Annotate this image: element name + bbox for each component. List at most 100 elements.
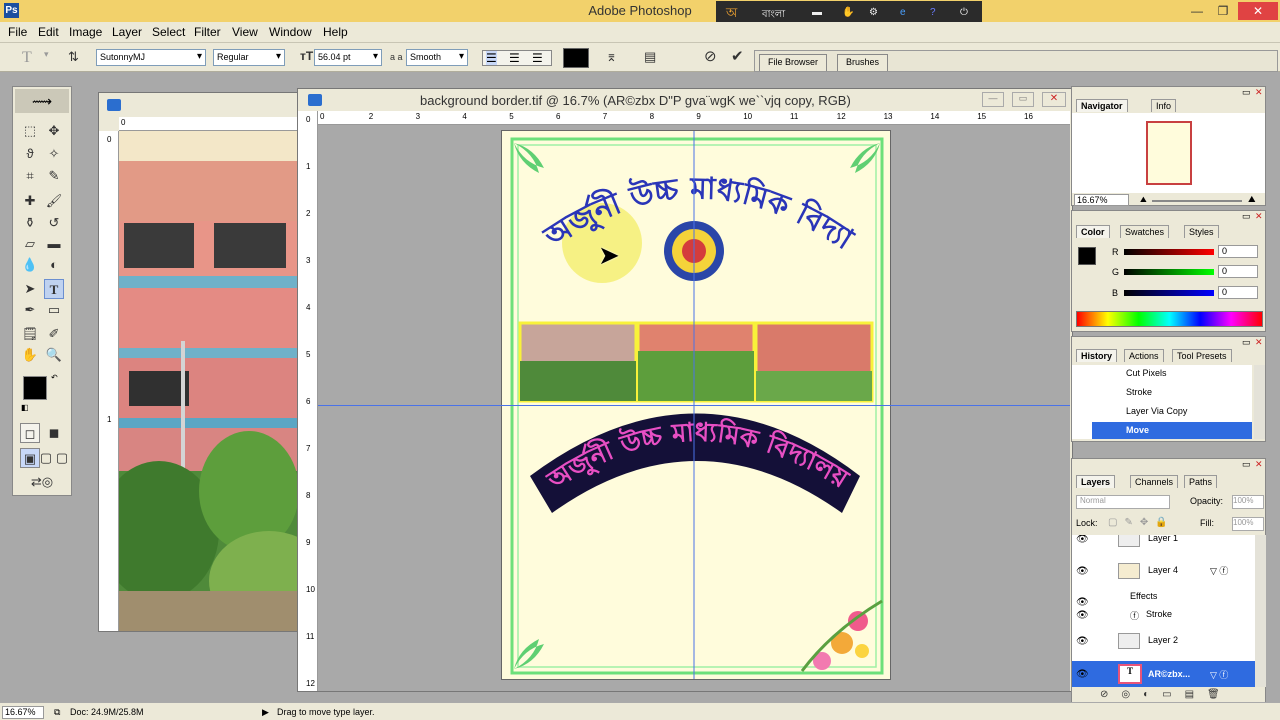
browser-icon[interactable]: e (900, 7, 906, 18)
visibility-eye-icon[interactable]: 👁 (1076, 610, 1089, 621)
tab-layers[interactable]: Layers (1076, 475, 1116, 488)
slice-tool-icon[interactable]: ✎ (44, 166, 64, 186)
document-title-bar[interactable]: background border.tif @ 16.7% (AR©zbx D"… (298, 89, 1072, 111)
b-slider[interactable] (1124, 290, 1214, 296)
tab-swatches[interactable]: Swatches (1120, 225, 1170, 238)
effects-row[interactable]: 👁 Effects (1072, 587, 1255, 608)
g-value-field[interactable]: 0 (1218, 265, 1258, 278)
color-ramp[interactable] (1076, 311, 1263, 327)
doc-size-info[interactable]: Doc: 24.9M/25.8M (70, 707, 144, 717)
notes-tool-icon[interactable]: 🗒 (20, 324, 40, 344)
tool-preset-arrow-icon[interactable]: ▾ (44, 49, 49, 60)
tab-info[interactable]: Info (1151, 99, 1177, 112)
navigator-zoom-field[interactable]: 16.67% (1074, 194, 1129, 206)
effect-name[interactable]: Stroke (1146, 609, 1172, 619)
blend-mode-select[interactable]: Normal (1076, 495, 1170, 509)
zoom-in-icon[interactable]: ⛰ (1248, 194, 1256, 205)
quick-mask-icon[interactable]: ◼ (44, 423, 64, 443)
main-document-window[interactable]: background border.tif @ 16.7% (AR©zbx D"… (297, 88, 1073, 692)
visibility-eye-icon[interactable]: 👁 (1076, 535, 1089, 545)
palettes-toggle-icon[interactable]: ▤ (644, 49, 656, 65)
type-tool-icon[interactable]: T (22, 49, 32, 67)
visibility-eye-icon[interactable]: 👁 (1076, 669, 1089, 680)
palette-foreground-swatch[interactable] (1078, 247, 1096, 265)
menu-image[interactable]: Image (69, 25, 102, 39)
swap-colors-icon[interactable]: ↶ (51, 373, 58, 382)
text-orientation-icon[interactable]: ⇅ (68, 49, 79, 65)
tab-tool-presets[interactable]: Tool Presets (1172, 349, 1232, 362)
menu-edit[interactable]: Edit (38, 25, 59, 39)
effect-stroke-row[interactable]: 👁 ⓕ Stroke (1072, 605, 1255, 625)
status-zoom-field[interactable]: 16.67% (2, 706, 44, 719)
layer-row-active[interactable]: 👁 T AR©zbx... ▽ ⓕ (1072, 661, 1255, 687)
r-slider[interactable] (1124, 249, 1214, 255)
history-item[interactable]: Layer Via Copy (1072, 403, 1252, 421)
effects-toggle-icon[interactable]: ▽ ⓕ (1210, 668, 1228, 681)
pen-tool-icon[interactable]: ✒ (20, 300, 40, 320)
tab-channels[interactable]: Channels (1130, 475, 1179, 488)
history-brush-tool-icon[interactable]: ↺ (44, 213, 64, 233)
lasso-tool-icon[interactable]: ϑ (20, 144, 40, 164)
tab-history[interactable]: History (1076, 349, 1118, 362)
cancel-edit-icon[interactable]: ⊘ (704, 47, 717, 65)
tab-color[interactable]: Color (1076, 225, 1110, 238)
antialias-select[interactable]: Smooth (406, 49, 468, 66)
menu-select[interactable]: Select (152, 25, 185, 39)
dodge-tool-icon[interactable]: ◐ (44, 255, 64, 275)
mouse-icon[interactable]: ✋ (842, 7, 854, 18)
default-colors-icon[interactable]: ◧ (21, 403, 29, 412)
history-close-icon[interactable]: ✕ (1255, 337, 1263, 348)
lock-icons[interactable]: ▢✎✥🔒 (1108, 517, 1175, 528)
zoom-slider[interactable] (1152, 200, 1242, 202)
canvas-area[interactable]: অর্জুনী উচ্চ মাধ্যমিক বিদ্যালয় অর্জুনী … (318, 125, 1070, 691)
eraser-tool-icon[interactable]: ▱ (20, 234, 40, 254)
secondary-document-window[interactable]: 0 0 1 (98, 92, 308, 632)
keyboard-icon[interactable]: ▬ (812, 7, 822, 18)
visibility-eye-icon[interactable]: 👁 (1076, 636, 1089, 647)
tool-header-icon[interactable]: ⟿ (15, 89, 69, 113)
crop-tool-icon[interactable]: ⌗ (20, 166, 40, 186)
commit-edit-icon[interactable]: ✔ (731, 47, 744, 65)
path-select-tool-icon[interactable]: ➤ (20, 279, 40, 299)
history-item[interactable]: Stroke (1072, 384, 1252, 402)
layers-scrollbar[interactable] (1255, 535, 1266, 687)
brushes-tab[interactable]: Brushes (837, 54, 889, 71)
doc-maximize-button[interactable]: ▭ (1012, 92, 1034, 107)
marquee-tool-icon[interactable]: ⬚ (20, 121, 40, 141)
font-size-select[interactable]: 56.04 pt (314, 49, 382, 66)
b-value-field[interactable]: 0 (1218, 286, 1258, 299)
align-left-icon[interactable]: ☰ (486, 51, 497, 65)
history-minimize-icon[interactable]: ▭ (1242, 337, 1251, 348)
layer-row[interactable]: 👁 Layer 2 (1072, 631, 1255, 651)
layer-name[interactable]: AR©zbx... (1148, 669, 1190, 679)
tab-styles[interactable]: Styles (1184, 225, 1219, 238)
power-icon[interactable]: ⏻ (960, 7, 968, 18)
foreground-color-swatch[interactable] (23, 376, 47, 400)
layers-close-icon[interactable]: ✕ (1255, 459, 1263, 470)
tab-actions[interactable]: Actions (1124, 349, 1164, 362)
minimize-button[interactable]: — (1184, 2, 1210, 20)
doc-close-button[interactable]: ✕ (1042, 92, 1066, 107)
layer-row[interactable]: 👁 Layer 4 ▽ ⓕ (1072, 561, 1255, 581)
color-minimize-icon[interactable]: ▭ (1242, 211, 1251, 222)
align-center-icon[interactable]: ☰ (509, 51, 520, 65)
text-color-swatch[interactable] (563, 48, 589, 68)
jump-to-imageready-icon[interactable]: ⇄◎ (20, 472, 64, 492)
r-value-field[interactable]: 0 (1218, 245, 1258, 258)
opacity-field[interactable]: 100% (1232, 495, 1264, 509)
zoom-tool-icon[interactable]: 🔍 (44, 345, 64, 365)
navigator-close-icon[interactable]: ✕ (1255, 87, 1263, 98)
navigator-minimize-icon[interactable]: ▭ (1242, 87, 1251, 98)
align-right-icon[interactable]: ☰ (532, 51, 543, 65)
warp-text-icon[interactable]: ⌆ (606, 49, 617, 65)
close-button[interactable]: ✕ (1238, 2, 1278, 20)
menu-help[interactable]: Help (323, 25, 348, 39)
restore-button[interactable]: ❐ (1210, 2, 1236, 20)
status-arrow-icon[interactable]: ▶ (262, 707, 269, 718)
tab-paths[interactable]: Paths (1184, 475, 1218, 488)
effects-toggle-icon[interactable]: ▽ ⓕ (1210, 564, 1228, 577)
menu-file[interactable]: File (8, 25, 27, 39)
layer-actions-icons[interactable]: ⊘◎◐▭▤🗑 (1100, 689, 1233, 700)
menu-view[interactable]: View (232, 25, 258, 39)
history-item[interactable]: Cut Pixels (1072, 365, 1252, 383)
